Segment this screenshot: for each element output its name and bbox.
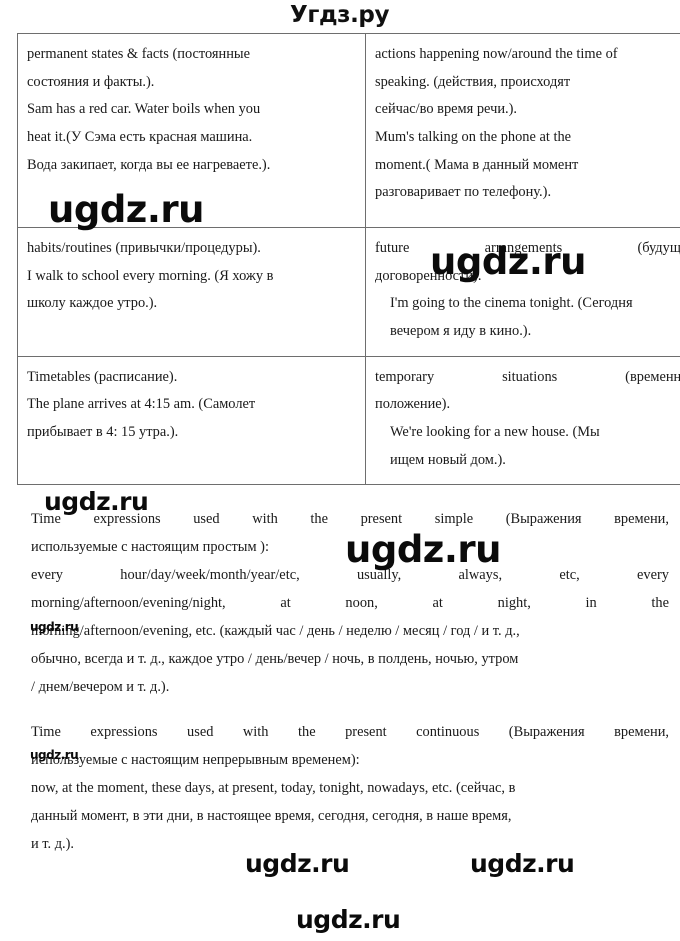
table-cell-temporary-situations: temporary situations (временное положени…	[365, 355, 680, 486]
prose-line: данный момент, в эти дни, в настоящее вр…	[31, 807, 512, 824]
prose-line: now, at the moment, these days, at prese…	[31, 779, 516, 796]
cell-line: вечером я иду в кино.).	[390, 322, 532, 339]
cell-line: состояния и факты.).	[27, 73, 155, 90]
prose-line: и т. д.).	[31, 835, 75, 852]
table-cell-future-arrangements: future arrangements (будущие договоренно…	[365, 227, 680, 357]
cell-line: I walk to school every morning. (Я хожу …	[27, 267, 274, 284]
cell-line: heat it.(У Сэма есть красная машина.	[27, 128, 253, 145]
cell-line: Sam has a red car. Water boils when you	[27, 101, 261, 118]
cell-line: actions happening now/around the time of	[375, 46, 618, 62]
cell-line: прибывает в 4: 15 утра.).	[27, 423, 179, 440]
table-row: permanent states & facts (постоянные сос…	[17, 33, 680, 228]
table-row: Timetables (расписание). The plane arriv…	[17, 355, 680, 486]
cell-line: habits/routines (привычки/процедуры).	[27, 240, 261, 256]
table-cell-habits-routines: habits/routines (привычки/процедуры). I …	[17, 227, 366, 357]
prose-line: используемые с настоящим непрерывным вре…	[31, 751, 360, 768]
table-cell-present-simple-uses: permanent states & facts (постоянные сос…	[17, 33, 366, 228]
prose-line: Time expressions used with the present s…	[31, 511, 669, 527]
paragraph-present-continuous-time-expressions: Time expressions used with the present c…	[31, 718, 669, 858]
cell-line: Вода закипает, когда вы ее нагреваете.).	[27, 156, 271, 173]
prose-line: every hour/day/week/month/year/etc, usua…	[31, 567, 669, 584]
site-brand-watermark-top: Угдз.ру	[290, 2, 390, 28]
table-cell-present-continuous-uses: actions happening now/around the time of…	[365, 33, 680, 228]
cell-line: speaking. (действия, происходят	[375, 73, 571, 90]
prose-line: обычно, всегда и т. д., каждое утро / де…	[31, 651, 519, 668]
prose-line: morning/afternoon/evening, etc. (каждый …	[31, 623, 520, 640]
site-watermark: ugdz.ru	[296, 905, 401, 934]
prose-line: / днем/вечером и т. д.).	[31, 679, 170, 696]
time-expressions-section: Time expressions used with the present s…	[31, 505, 669, 874]
cell-line: Timetables (расписание).	[27, 368, 178, 385]
cell-line: положение).	[375, 396, 451, 413]
cell-line: Mum's talking on the phone at the	[375, 128, 572, 145]
prose-line: Time expressions used with the present c…	[31, 723, 669, 740]
cell-line: permanent states & facts (постоянные	[27, 46, 250, 62]
tense-comparison-table: permanent states & facts (постоянные сос…	[17, 33, 680, 486]
cell-line: школу каждое утро.).	[27, 295, 158, 312]
cell-line: I'm going to the cinema tonight. (Сегодн…	[390, 295, 633, 312]
prose-line: используемые с настоящим простым ):	[31, 539, 269, 556]
cell-line: ищем новый дом.).	[390, 451, 506, 468]
cell-line: temporary situations (временное	[375, 368, 680, 385]
cell-line: договоренности).	[375, 267, 482, 284]
cell-line: разговаривает по телефону.).	[375, 184, 552, 201]
cell-line: сейчас/во время речи.).	[375, 101, 518, 118]
cell-line: future arrangements (будущие	[375, 240, 680, 256]
cell-line: The plane arrives at 4:15 am. (Самолет	[27, 396, 256, 413]
table-cell-timetables: Timetables (расписание). The plane arriv…	[17, 355, 366, 486]
table-row: habits/routines (привычки/процедуры). I …	[17, 227, 680, 357]
cell-line: moment.( Мама в данный момент	[375, 156, 579, 173]
cell-line: We're looking for a new house. (Мы	[390, 423, 600, 440]
prose-line: morning/afternoon/evening/night, at noon…	[31, 595, 669, 612]
paragraph-present-simple-time-expressions: Time expressions used with the present s…	[31, 505, 669, 702]
